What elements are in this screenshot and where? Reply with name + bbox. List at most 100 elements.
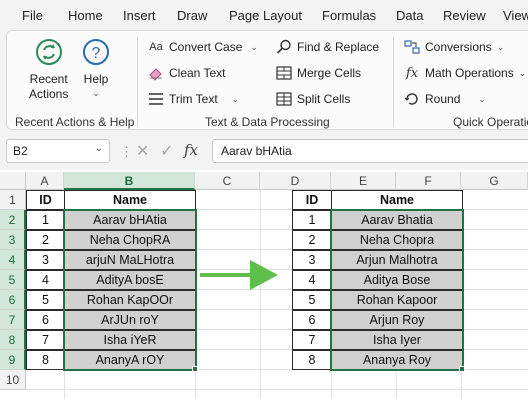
left-table-name-cell[interactable]: AnanyA rOY: [64, 350, 196, 370]
left-table-name-cell[interactable]: ArJUn roY: [64, 310, 196, 330]
merge-cells-label: Merge Cells: [297, 66, 362, 80]
menu-file[interactable]: File: [22, 8, 43, 23]
left-table-id-cell[interactable]: 2: [26, 230, 65, 250]
trim-text-button[interactable]: Trim Text ⌄: [147, 91, 239, 107]
right-table-name-header[interactable]: Name: [331, 190, 463, 210]
right-table-id-cell[interactable]: 1: [292, 210, 332, 230]
change-case-icon: Aa: [149, 41, 163, 53]
row-header[interactable]: 2: [0, 210, 26, 230]
left-table-id-cell[interactable]: 1: [26, 210, 65, 230]
chevron-down-icon: ⌄: [496, 41, 505, 52]
right-table-name-cell[interactable]: Neha Chopra: [331, 230, 463, 250]
left-table-id-cell[interactable]: 5: [26, 290, 65, 310]
group-label-recent: Recent Actions & Help: [15, 115, 135, 129]
cancel-icon[interactable]: ✕: [136, 141, 149, 161]
row-header[interactable]: 3: [0, 230, 26, 250]
right-table-id-cell[interactable]: 5: [292, 290, 332, 310]
left-table-id-header[interactable]: ID: [26, 190, 65, 210]
menu-draw[interactable]: Draw: [177, 8, 207, 23]
arrow-right-icon: [198, 258, 282, 297]
right-table-id-cell[interactable]: 4: [292, 270, 332, 290]
left-table-name-cell[interactable]: AdityA bosE: [64, 270, 196, 290]
right-table-id-cell[interactable]: 8: [292, 350, 332, 370]
name-box[interactable]: B2 ⌄: [6, 139, 110, 163]
column-header-a[interactable]: A: [26, 172, 64, 190]
right-table-name-cell[interactable]: Ananya Roy: [331, 350, 463, 370]
left-table-id-cell[interactable]: 7: [26, 330, 65, 350]
select-all-corner[interactable]: [0, 172, 26, 190]
split-cells-button[interactable]: Split Cells: [275, 91, 350, 107]
column-header-f[interactable]: F: [396, 172, 461, 190]
left-table-id-cell[interactable]: 6: [26, 310, 65, 330]
worksheet-grid[interactable]: A B C D E F G 1 2 3 4 5 6 7 8 9 10 ID Na…: [0, 170, 528, 399]
fill-handle[interactable]: [192, 366, 198, 372]
formula-input[interactable]: Aarav bHAtia: [212, 139, 528, 163]
column-header-d[interactable]: D: [260, 172, 331, 190]
help-button[interactable]: ? Help ⌄: [81, 37, 111, 99]
conversions-button[interactable]: Conversions ⌄: [403, 39, 504, 55]
menu-formulas[interactable]: Formulas: [322, 8, 376, 23]
left-table-name-cell[interactable]: Isha iYeR: [64, 330, 196, 350]
find-replace-button[interactable]: Find & Replace: [275, 39, 379, 55]
math-operations-button[interactable]: fx Math Operations ⌄: [403, 65, 526, 81]
chevron-down-icon: ⌄: [518, 67, 527, 78]
left-table-name-header[interactable]: Name: [64, 190, 196, 210]
clean-text-button[interactable]: Clean Text: [147, 65, 225, 81]
right-table-id-cell[interactable]: 7: [292, 330, 332, 350]
eraser-icon: [147, 65, 165, 81]
right-table-id-header[interactable]: ID: [292, 190, 332, 210]
menu-review[interactable]: Review: [443, 8, 486, 23]
column-header-c[interactable]: C: [195, 172, 260, 190]
left-table-name-cell[interactable]: Neha ChopRA: [64, 230, 196, 250]
row-header[interactable]: 8: [0, 330, 26, 350]
left-table-name-cell[interactable]: Aarav bHAtia: [64, 210, 196, 230]
row-header[interactable]: 7: [0, 310, 26, 330]
recent-actions-label: Recent Actions: [29, 72, 69, 101]
right-table-id-cell[interactable]: 2: [292, 230, 332, 250]
left-table-id-cell[interactable]: 3: [26, 250, 65, 270]
row-header[interactable]: 4: [0, 250, 26, 270]
chevron-down-icon: ⌄: [478, 93, 486, 104]
menu-data[interactable]: Data: [396, 8, 423, 23]
right-table-name-cell[interactable]: Aarav Bhatia: [331, 210, 463, 230]
menu-page-layout[interactable]: Page Layout: [229, 8, 302, 23]
formula-text: Aarav bHAtia: [221, 144, 292, 158]
row-header[interactable]: 1: [0, 190, 26, 210]
round-button[interactable]: Round ⌄: [403, 91, 486, 107]
column-header-g[interactable]: G: [461, 172, 528, 190]
row-header[interactable]: 10: [0, 370, 26, 390]
row-header[interactable]: 9: [0, 350, 26, 370]
right-table-id-cell[interactable]: 6: [292, 310, 332, 330]
row-header[interactable]: 6: [0, 290, 26, 310]
right-table-name-cell[interactable]: Aditya Bose: [331, 270, 463, 290]
menu-view[interactable]: View: [503, 8, 528, 23]
formula-bar-divider: ⋮: [120, 144, 133, 159]
help-label: Help: [83, 72, 109, 86]
right-table-name-cell[interactable]: Arjun Malhotra: [331, 250, 463, 270]
refresh-icon: [34, 37, 64, 70]
left-table-name-cell[interactable]: Rohan KapOOr: [64, 290, 196, 310]
right-table-name-cell[interactable]: Isha Iyer: [331, 330, 463, 350]
column-header-e[interactable]: E: [331, 172, 396, 190]
right-table-name-cell[interactable]: Arjun Roy: [331, 310, 463, 330]
menu-bar: File Home Insert Draw Page Layout Formul…: [0, 0, 528, 30]
left-table-id-cell[interactable]: 4: [26, 270, 65, 290]
merge-cells-button[interactable]: Merge Cells: [275, 65, 361, 81]
ribbon-panel: Recent Actions ? Help ⌄ Recent Actions &…: [6, 30, 528, 130]
recent-actions-button[interactable]: Recent Actions: [29, 37, 68, 102]
column-header-b[interactable]: B: [64, 172, 195, 190]
chevron-down-icon[interactable]: ⌄: [95, 143, 103, 154]
convert-case-label: Convert Case: [169, 40, 243, 54]
menu-insert[interactable]: Insert: [123, 8, 156, 23]
insert-function-icon[interactable]: fx: [184, 141, 198, 159]
left-table-id-cell[interactable]: 8: [26, 350, 65, 370]
find-replace-label: Find & Replace: [297, 40, 380, 54]
enter-check-icon[interactable]: ✓: [160, 141, 173, 161]
right-table-id-cell[interactable]: 3: [292, 250, 332, 270]
menu-home[interactable]: Home: [68, 8, 103, 23]
convert-case-button[interactable]: Aa Convert Case ⌄: [147, 39, 258, 55]
left-table-name-cell[interactable]: arjuN MaLHotra: [64, 250, 196, 270]
right-table-name-cell[interactable]: Rohan Kapoor: [331, 290, 463, 310]
row-header[interactable]: 5: [0, 270, 26, 290]
fill-handle[interactable]: [459, 366, 465, 372]
